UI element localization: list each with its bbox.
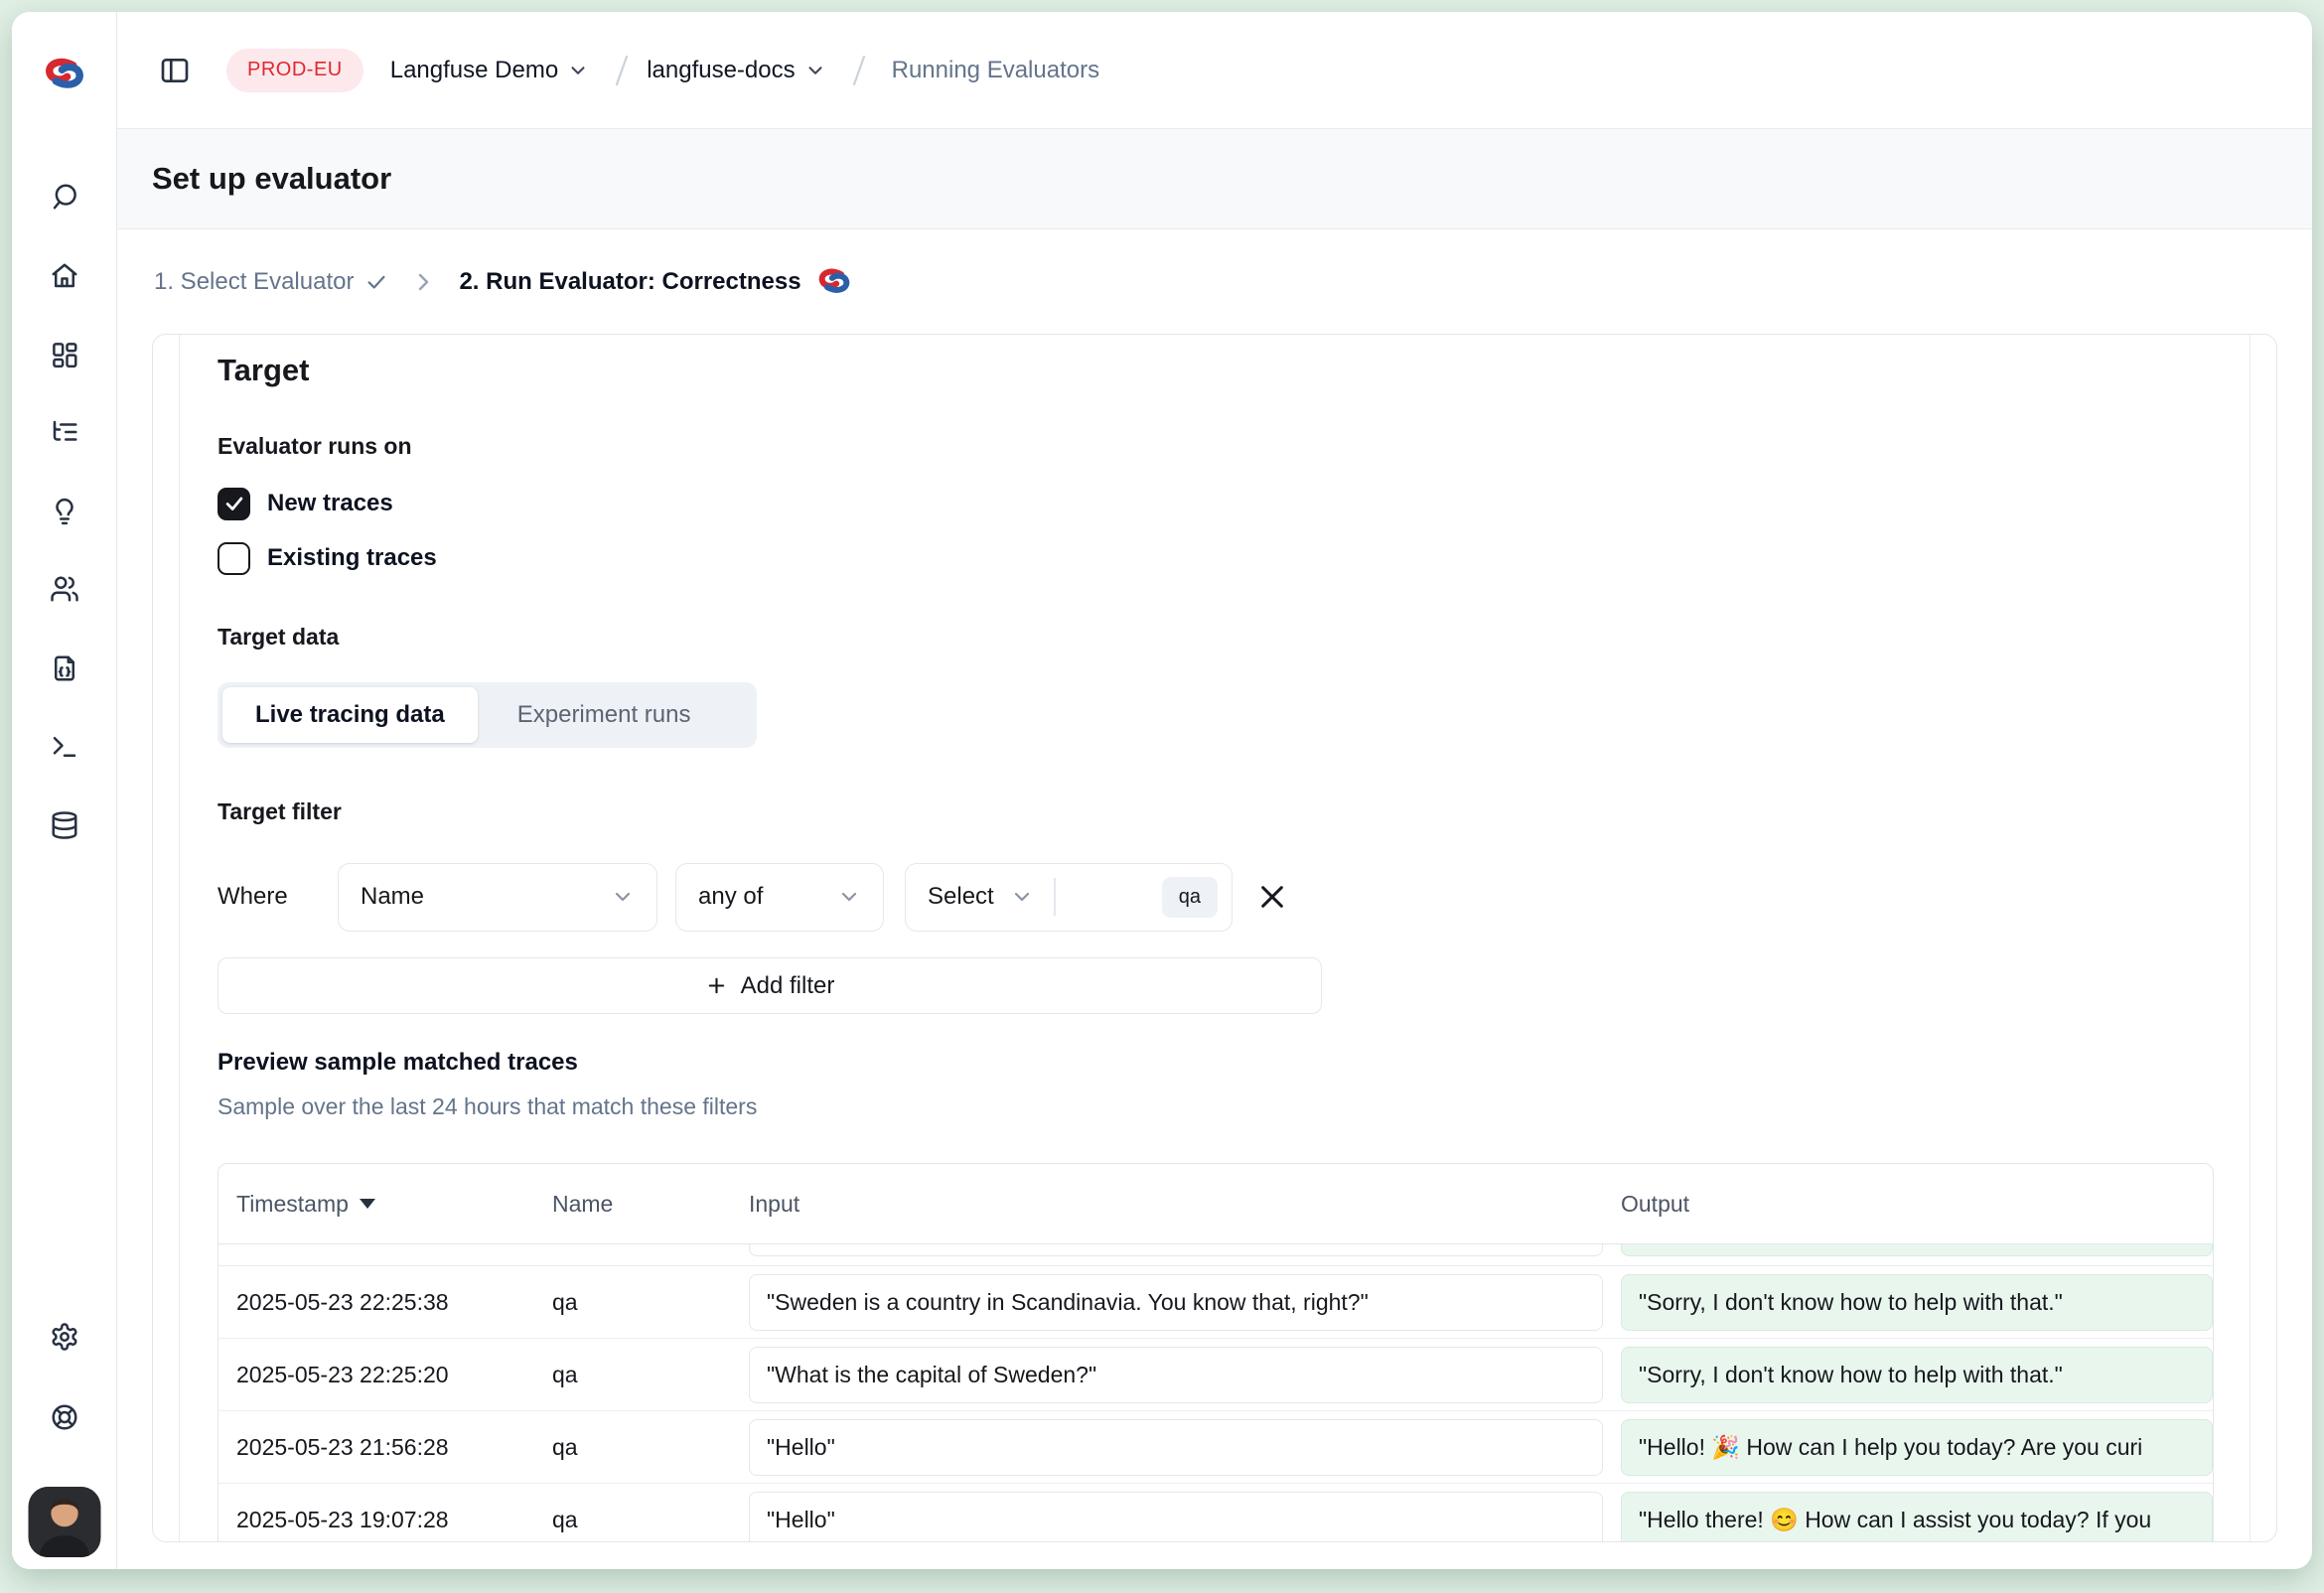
add-filter-button[interactable]: Add filter — [218, 957, 1322, 1014]
org-logo-icon[interactable] — [44, 58, 85, 89]
breadcrumb-org[interactable]: Langfuse Demo — [390, 57, 589, 84]
clipped-output-box — [1621, 1244, 2213, 1256]
cell-name: qa — [552, 1362, 749, 1388]
cell-input: "Hello" — [749, 1492, 1603, 1542]
divider — [1054, 878, 1056, 916]
runs-on-label: Evaluator runs on — [218, 430, 412, 462]
checkbox-row-existing-traces[interactable]: Existing traces — [218, 540, 437, 576]
chevron-down-icon — [567, 60, 589, 81]
filter-column-select[interactable]: Name — [338, 863, 657, 932]
breadcrumb-separator — [609, 51, 635, 90]
sort-desc-icon — [360, 1199, 375, 1209]
dashboards-icon[interactable] — [50, 340, 79, 369]
prompts-file-code-icon[interactable] — [50, 653, 79, 683]
column-header-name: Name — [552, 1191, 749, 1218]
filter-where-label: Where — [218, 883, 338, 911]
step-select-evaluator[interactable]: 1. Select Evaluator — [154, 268, 387, 296]
chevron-right-icon — [411, 270, 435, 294]
cell-output: "Hello! 🎉 How can I help you today? Are … — [1621, 1419, 2213, 1476]
cell-output: "Hello there! 😊 How can I assist you tod… — [1621, 1492, 2213, 1542]
target-heading: Target — [218, 349, 309, 392]
preview-traces-table: Timestamp Name Input Output 2025-05-23 2… — [218, 1163, 2214, 1542]
column-header-output: Output — [1621, 1191, 2213, 1218]
sidebar — [12, 12, 117, 1569]
target-card: Target Evaluator runs on New traces Exis… — [152, 334, 2277, 1542]
target-filter-label: Target filter — [218, 796, 342, 827]
cell-timestamp: 2025-05-23 22:25:20 — [218, 1362, 552, 1388]
existing-traces-checkbox[interactable] — [218, 542, 250, 575]
existing-traces-label: Existing traces — [267, 544, 437, 572]
filter-row: Where Name any of Select — [218, 862, 1288, 932]
cell-output: "Sorry, I don't know how to help with th… — [1621, 1347, 2213, 1403]
cell-input: "Sweden is a country in Scandinavia. You… — [749, 1274, 1603, 1331]
page-title: Set up evaluator — [152, 161, 391, 197]
chevron-down-icon — [837, 885, 861, 909]
cell-name: qa — [552, 1434, 749, 1461]
preview-subtitle: Sample over the last 24 hours that match… — [218, 1089, 757, 1123]
tracing-icon[interactable] — [50, 417, 79, 447]
environment-badge: PROD-EU — [226, 49, 363, 92]
cell-name: qa — [552, 1507, 749, 1533]
breadcrumb-project[interactable]: langfuse-docs — [647, 57, 825, 84]
breadcrumb-separator — [846, 51, 872, 90]
clipped-input-box — [749, 1244, 1603, 1256]
cell-timestamp: 2025-05-23 22:25:38 — [218, 1289, 552, 1316]
table-header-row: Timestamp Name Input Output — [218, 1164, 2213, 1244]
table-row: 2025-05-23 22:25:38 qa "Sweden is a coun… — [218, 1266, 2213, 1339]
support-lifebuoy-icon[interactable] — [50, 1402, 79, 1432]
partially-scrolled-row — [218, 1244, 2213, 1266]
cell-output: "Sorry, I don't know how to help with th… — [1621, 1274, 2213, 1331]
column-header-timestamp[interactable]: Timestamp — [218, 1191, 552, 1218]
datasets-database-icon[interactable] — [50, 810, 79, 840]
wizard-steps: 1. Select Evaluator 2. Run Evaluator: Co… — [117, 229, 2312, 334]
checkbox-row-new-traces[interactable]: New traces — [218, 486, 393, 521]
target-data-tabs: Live tracing data Experiment runs — [218, 682, 757, 748]
remove-filter-icon[interactable] — [1256, 881, 1288, 913]
chevron-down-icon — [804, 60, 826, 81]
tab-experiment-runs[interactable]: Experiment runs — [478, 701, 731, 729]
column-header-input: Input — [749, 1191, 1621, 1218]
main-area: PROD-EU Langfuse Demo langfuse-docs Runn… — [117, 12, 2312, 1569]
table-row: 2025-05-23 21:56:28 qa "Hello" "Hello! 🎉… — [218, 1411, 2213, 1484]
tab-live-tracing-data[interactable]: Live tracing data — [222, 687, 478, 743]
evaluator-logo-icon — [817, 268, 851, 295]
step-run-evaluator: 2. Run Evaluator: Correctness — [459, 268, 800, 296]
app-window: PROD-EU Langfuse Demo langfuse-docs Runn… — [12, 12, 2312, 1569]
home-icon[interactable] — [50, 261, 79, 291]
page-title-band: Set up evaluator — [117, 129, 2312, 229]
search-icon[interactable] — [50, 182, 79, 212]
chevron-down-icon — [1010, 885, 1034, 909]
filter-operator-select[interactable]: any of — [675, 863, 884, 932]
check-icon — [365, 271, 387, 293]
target-card-content: Target Evaluator runs on New traces Exis… — [179, 335, 2251, 1541]
plus-icon — [705, 974, 728, 997]
cell-timestamp: 2025-05-23 21:56:28 — [218, 1434, 552, 1461]
user-avatar[interactable] — [28, 1487, 100, 1557]
topbar: PROD-EU Langfuse Demo langfuse-docs Runn… — [117, 12, 2312, 129]
chevron-down-icon — [611, 885, 635, 909]
settings-gear-icon[interactable] — [50, 1322, 79, 1352]
cell-input: "Hello" — [749, 1419, 1603, 1476]
evaluation-lightbulb-icon[interactable] — [50, 497, 79, 526]
table-row: 2025-05-23 19:07:28 qa "Hello" "Hello th… — [218, 1484, 2213, 1542]
playground-terminal-icon[interactable] — [50, 732, 79, 762]
filter-value-select[interactable]: Select qa — [905, 863, 1233, 932]
users-icon[interactable] — [50, 574, 79, 604]
sidebar-toggle-icon[interactable] — [159, 55, 191, 86]
breadcrumb-current-page: Running Evaluators — [892, 57, 1099, 84]
new-traces-label: New traces — [267, 490, 393, 517]
filter-value-badge: qa — [1162, 877, 1218, 918]
cell-name: qa — [552, 1289, 749, 1316]
cell-input: "What is the capital of Sweden?" — [749, 1347, 1603, 1403]
preview-title: Preview sample matched traces — [218, 1046, 578, 1080]
new-traces-checkbox[interactable] — [218, 488, 250, 520]
target-data-label: Target data — [218, 621, 339, 652]
cell-timestamp: 2025-05-23 19:07:28 — [218, 1507, 552, 1533]
table-row: 2025-05-23 22:25:20 qa "What is the capi… — [218, 1339, 2213, 1411]
